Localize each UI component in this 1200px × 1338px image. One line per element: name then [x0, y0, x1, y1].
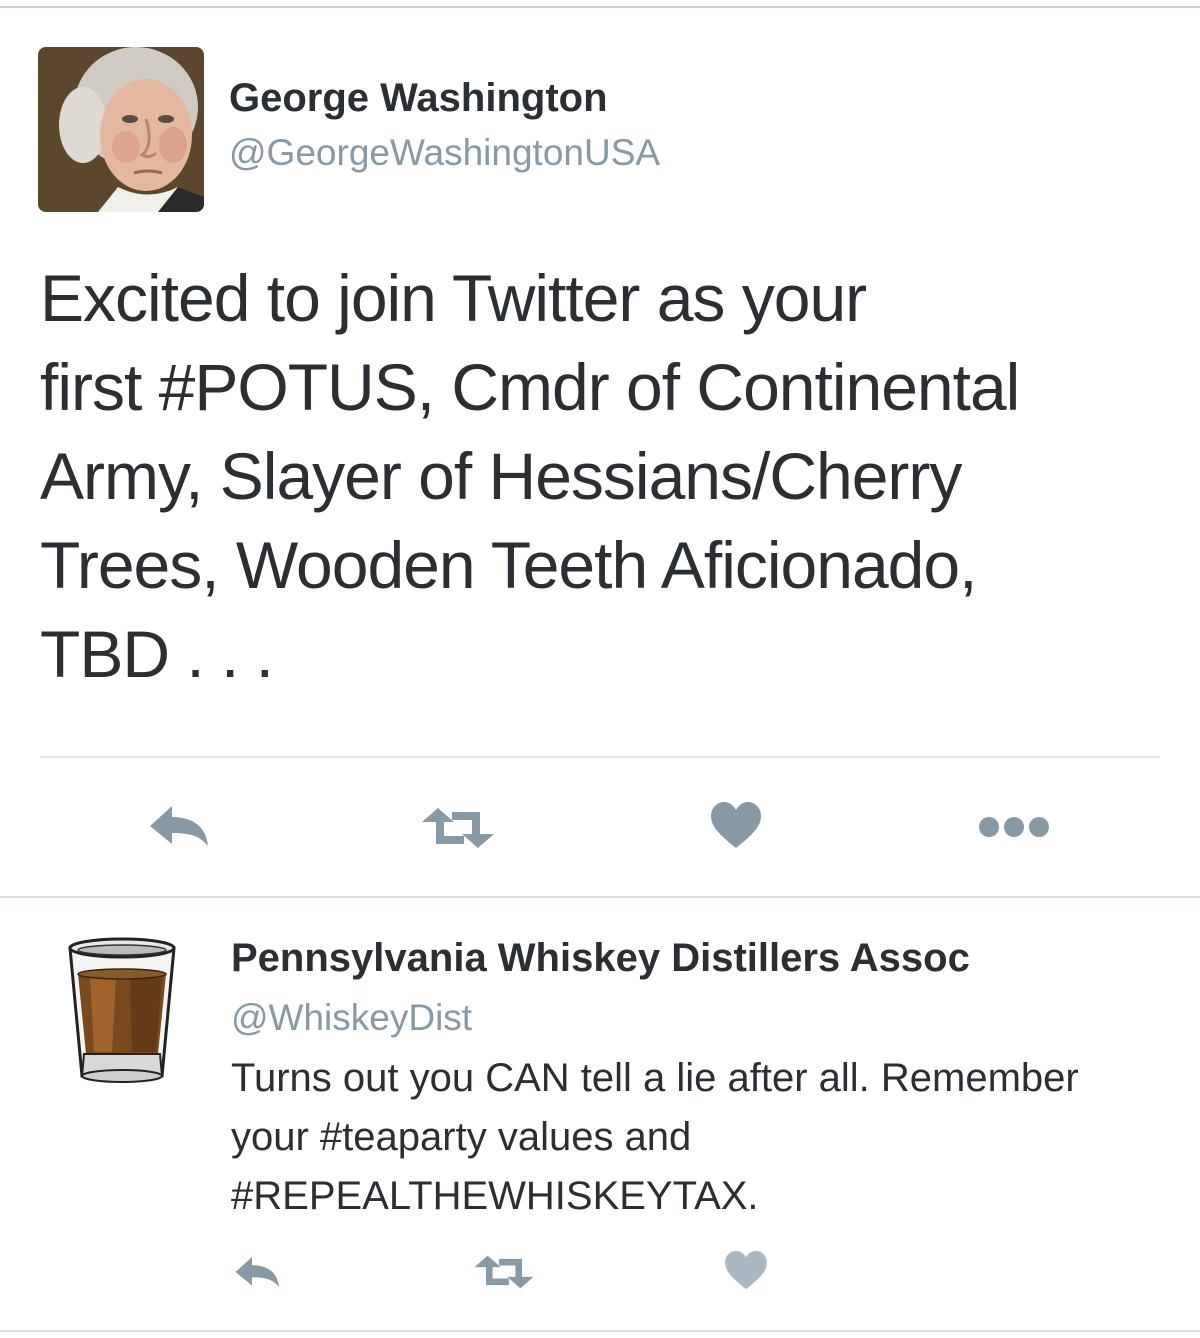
tweet-text: Excited to join Twitter as your first #P… [40, 254, 1160, 699]
author-handle[interactable]: @GeorgeWashingtonUSA [229, 132, 660, 174]
author-name[interactable]: Pennsylvania Whiskey Distillers Assoc [231, 936, 970, 981]
bottom-divider [0, 1330, 1200, 1332]
reply-button[interactable] [232, 1254, 284, 1290]
shot-glass-image [68, 937, 176, 1083]
more-button[interactable] [978, 815, 1050, 839]
author-handle[interactable]: @WhiskeyDist [231, 997, 472, 1039]
more-dots-icon [979, 817, 1049, 837]
divider [40, 756, 1160, 758]
tweet-text-line: Trees, Wooden Teeth Aficionado, [40, 528, 977, 602]
avatar[interactable] [38, 47, 204, 212]
retweet-icon [474, 1255, 534, 1289]
portrait-image [38, 47, 204, 212]
retweet-icon [422, 808, 494, 848]
tweet-text-line: Army, Slayer of Hessians/Cherry [40, 439, 962, 513]
retweet-button[interactable] [472, 1254, 536, 1290]
like-button[interactable] [724, 1250, 768, 1290]
reply-text-line: Turns out you CAN tell a lie after all. … [231, 1056, 1079, 1100]
heart-icon [711, 802, 761, 848]
tweet-divider [0, 896, 1200, 898]
top-divider [0, 0, 1200, 8]
reply-text-line: #REPEALTHEWHISKEYTAX. [231, 1174, 759, 1218]
reply-text-line: your #teaparty values and [231, 1115, 692, 1159]
reply-icon [150, 806, 208, 846]
reply-icon [235, 1257, 279, 1287]
reply-button[interactable] [148, 802, 212, 850]
tweet-text-line: Excited to join Twitter as your [40, 261, 867, 335]
tweet-text-line: TBD . . . [40, 617, 274, 691]
author-name[interactable]: George Washington [229, 76, 608, 121]
retweet-button[interactable] [420, 806, 496, 850]
like-button[interactable] [710, 801, 762, 849]
heart-icon [725, 1250, 767, 1290]
tweet-text-line: first #POTUS, Cmdr of Continental [40, 350, 1020, 424]
reply-text: Turns out you CAN tell a lie after all. … [231, 1049, 1171, 1226]
avatar[interactable] [66, 936, 178, 1086]
